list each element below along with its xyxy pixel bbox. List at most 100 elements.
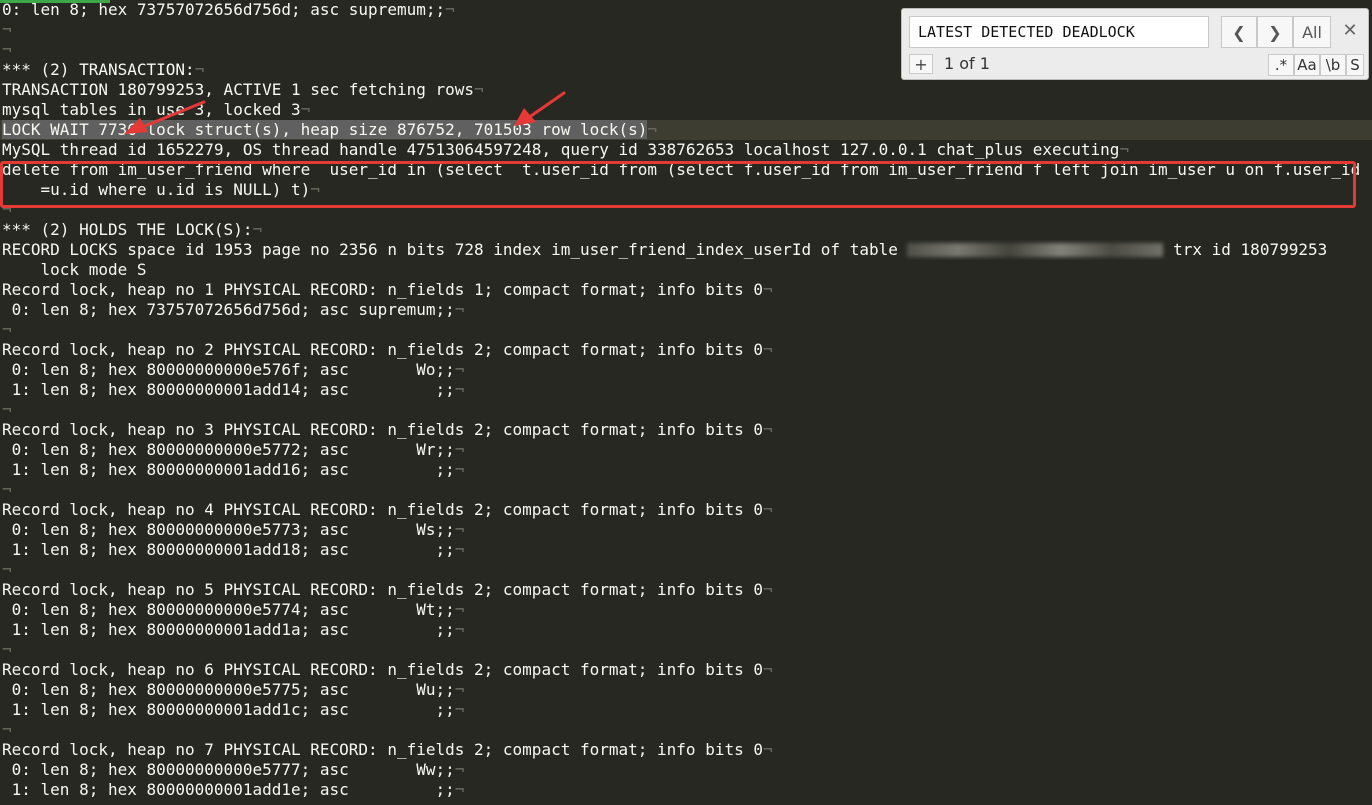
find-next-button[interactable]: ❯ <box>1257 16 1293 48</box>
line-text: *** (2) HOLDS THE LOCK(S): <box>2 220 253 239</box>
chevron-right-icon: ❯ <box>1268 22 1282 42</box>
line-text: 0: len 8; hex 80000000000e5777; asc Ww;; <box>2 760 455 779</box>
line-text: *** (2) TRANSACTION: <box>2 60 195 79</box>
eol-marker: ¬ <box>454 520 465 539</box>
eol-marker: ¬ <box>2 480 12 499</box>
code-line: 0: len 8; hex 80000000000e576f; asc Wo;;… <box>0 360 1372 380</box>
eol-marker: ¬ <box>763 740 773 759</box>
eol-marker: ¬ <box>1119 140 1130 159</box>
code-line: ¬ <box>0 480 1372 500</box>
code-line: Record lock, heap no 1 PHYSICAL RECORD: … <box>0 280 1372 300</box>
code-line: TRANSACTION 180799253, ACTIVE 1 sec fetc… <box>0 80 1372 100</box>
eol-marker: ¬ <box>454 600 465 619</box>
eol-marker: ¬ <box>194 60 205 79</box>
eol-marker: ¬ <box>2 20 12 39</box>
line-text: Record lock, heap no 4 PHYSICAL RECORD: … <box>2 500 763 519</box>
eol-marker: ¬ <box>310 180 320 199</box>
code-line: 0: len 8; hex 80000000000e5773; asc Ws;;… <box>0 520 1372 540</box>
match-case-toggle[interactable]: Aa <box>1294 54 1320 76</box>
code-line: 0: len 8; hex 80000000000e5777; asc Ww;;… <box>0 760 1372 780</box>
line-text: Record lock, heap no 2 PHYSICAL RECORD: … <box>2 340 763 359</box>
find-all-label: All <box>1302 22 1322 42</box>
expand-replace-button[interactable]: + <box>909 54 933 74</box>
code-line: ¬ <box>0 640 1372 660</box>
line-text: 1: len 8; hex 80000000001add18; asc ;; <box>2 540 455 559</box>
line-text: delete from im_user_friend where user_id… <box>2 160 1361 179</box>
eol-marker: ¬ <box>454 780 465 799</box>
line-text: 0: len 8; hex 80000000000e5773; asc Ws;; <box>2 520 455 539</box>
current-line: LOCK WAIT 7736 lock struct(s), heap size… <box>0 120 1372 140</box>
eol-marker: ¬ <box>474 80 484 99</box>
code-line: 1: len 8; hex 80000000001add1c; asc ;;¬ <box>0 700 1372 720</box>
eol-marker: ¬ <box>454 680 465 699</box>
eol-marker: ¬ <box>763 420 773 439</box>
find-previous-button[interactable]: ❮ <box>1221 16 1257 48</box>
code-line: 1: len 8; hex 80000000001add18; asc ;;¬ <box>0 540 1372 560</box>
find-panel: ❮ ❯ All ✕ + 1 of 1 .* Aa \b S <box>901 8 1369 80</box>
line-text: 0: len 8; hex 73757072656d756d; asc supr… <box>2 300 455 319</box>
line-text: 1: len 8; hex 80000000001add1c; asc ;; <box>2 700 455 719</box>
code-line: Record lock, heap no 7 PHYSICAL RECORD: … <box>0 740 1372 760</box>
code-line: ¬ <box>0 320 1372 340</box>
eol-marker: ¬ <box>454 460 465 479</box>
selection-icon: S <box>1350 56 1360 74</box>
line-text: Record lock, heap no 7 PHYSICAL RECORD: … <box>2 740 763 759</box>
line-text: TRANSACTION 180799253, ACTIVE 1 sec fetc… <box>2 80 475 99</box>
code-line: ¬ <box>0 400 1372 420</box>
eol-marker: ¬ <box>763 660 773 679</box>
whole-word-toggle[interactable]: \b <box>1320 54 1346 76</box>
regex-icon: .* <box>1274 56 1288 74</box>
eol-marker: ¬ <box>2 400 12 419</box>
code-line: 0: len 8; hex 80000000000e5772; asc Wr;;… <box>0 440 1372 460</box>
eol-marker: ¬ <box>763 340 773 359</box>
eol-marker: ¬ <box>763 580 773 599</box>
code-line: delete from im_user_friend where user_id… <box>0 160 1372 180</box>
eol-marker: ¬ <box>763 280 773 299</box>
line-text: 1: len 8; hex 80000000001add1a; asc ;; <box>2 620 455 639</box>
eol-marker: ¬ <box>2 560 12 579</box>
code-line: 0: len 8; hex 80000000000e5774; asc Wt;;… <box>0 600 1372 620</box>
code-line: RECORD LOCKS space id 1953 page no 2356 … <box>0 240 1372 260</box>
find-all-button[interactable]: All <box>1293 16 1331 48</box>
eol-marker: ¬ <box>2 640 12 659</box>
word-boundary-icon: \b <box>1325 56 1341 74</box>
eol-marker: ¬ <box>2 320 12 339</box>
regex-toggle[interactable]: .* <box>1268 54 1294 76</box>
line-text: 1: len 8; hex 80000000001add1e; asc ;; <box>2 780 455 799</box>
selected-text: LOCK WAIT 7736 lock struct(s), heap size… <box>2 120 648 139</box>
close-icon: ✕ <box>1342 19 1358 41</box>
eol-marker: ¬ <box>647 120 658 139</box>
eol-marker: ¬ <box>2 720 12 739</box>
find-input[interactable] <box>909 16 1209 48</box>
text-editor[interactable]: 0: len 8; hex 73757072656d756d; asc supr… <box>0 0 1372 805</box>
code-line: 1: len 8; hex 80000000001add1e; asc ;;¬ <box>0 780 1372 800</box>
eol-marker: ¬ <box>454 440 465 459</box>
code-line: *** (2) HOLDS THE LOCK(S):¬ <box>0 220 1372 240</box>
line-text: 0: len 8; hex 80000000000e5774; asc Wt;; <box>2 600 455 619</box>
code-line: Record lock, heap no 2 PHYSICAL RECORD: … <box>0 340 1372 360</box>
code-line: Record lock, heap no 4 PHYSICAL RECORD: … <box>0 500 1372 520</box>
line-text: Record lock, heap no 1 PHYSICAL RECORD: … <box>2 280 763 299</box>
eol-marker: ¬ <box>252 220 263 239</box>
close-find-button[interactable]: ✕ <box>1339 19 1361 41</box>
line-text: Record lock, heap no 6 PHYSICAL RECORD: … <box>2 660 763 679</box>
code-line: 0: len 8; hex 80000000000e5775; asc Wu;;… <box>0 680 1372 700</box>
line-text: Record lock, heap no 5 PHYSICAL RECORD: … <box>2 580 763 599</box>
code-line-wrapped: lock mode S <box>0 260 1372 280</box>
code-line: 1: len 8; hex 80000000001add16; asc ;;¬ <box>0 460 1372 480</box>
line-text: MySQL thread id 1652279, OS thread handl… <box>2 140 1120 159</box>
line-text: 1: len 8; hex 80000000001add16; asc ;; <box>2 460 455 479</box>
editor-lines[interactable]: 0: len 8; hex 73757072656d756d; asc supr… <box>0 0 1372 800</box>
code-line: 1: len 8; hex 80000000001add14; asc ;;¬ <box>0 380 1372 400</box>
eol-marker: ¬ <box>454 300 465 319</box>
eol-marker: ¬ <box>454 760 465 779</box>
code-line: Record lock, heap no 5 PHYSICAL RECORD: … <box>0 580 1372 600</box>
line-text: 1: len 8; hex 80000000001add14; asc ;; <box>2 380 455 399</box>
code-line: 0: len 8; hex 73757072656d756d; asc supr… <box>0 300 1372 320</box>
in-selection-toggle[interactable]: S <box>1346 54 1364 76</box>
line-text: lock mode S <box>2 260 147 279</box>
line-text: 0: len 8; hex 73757072656d756d; asc supr… <box>2 0 446 19</box>
match-count: 1 of 1 <box>944 54 990 73</box>
case-icon: Aa <box>1297 56 1317 74</box>
redacted-table-name <box>907 243 1164 257</box>
